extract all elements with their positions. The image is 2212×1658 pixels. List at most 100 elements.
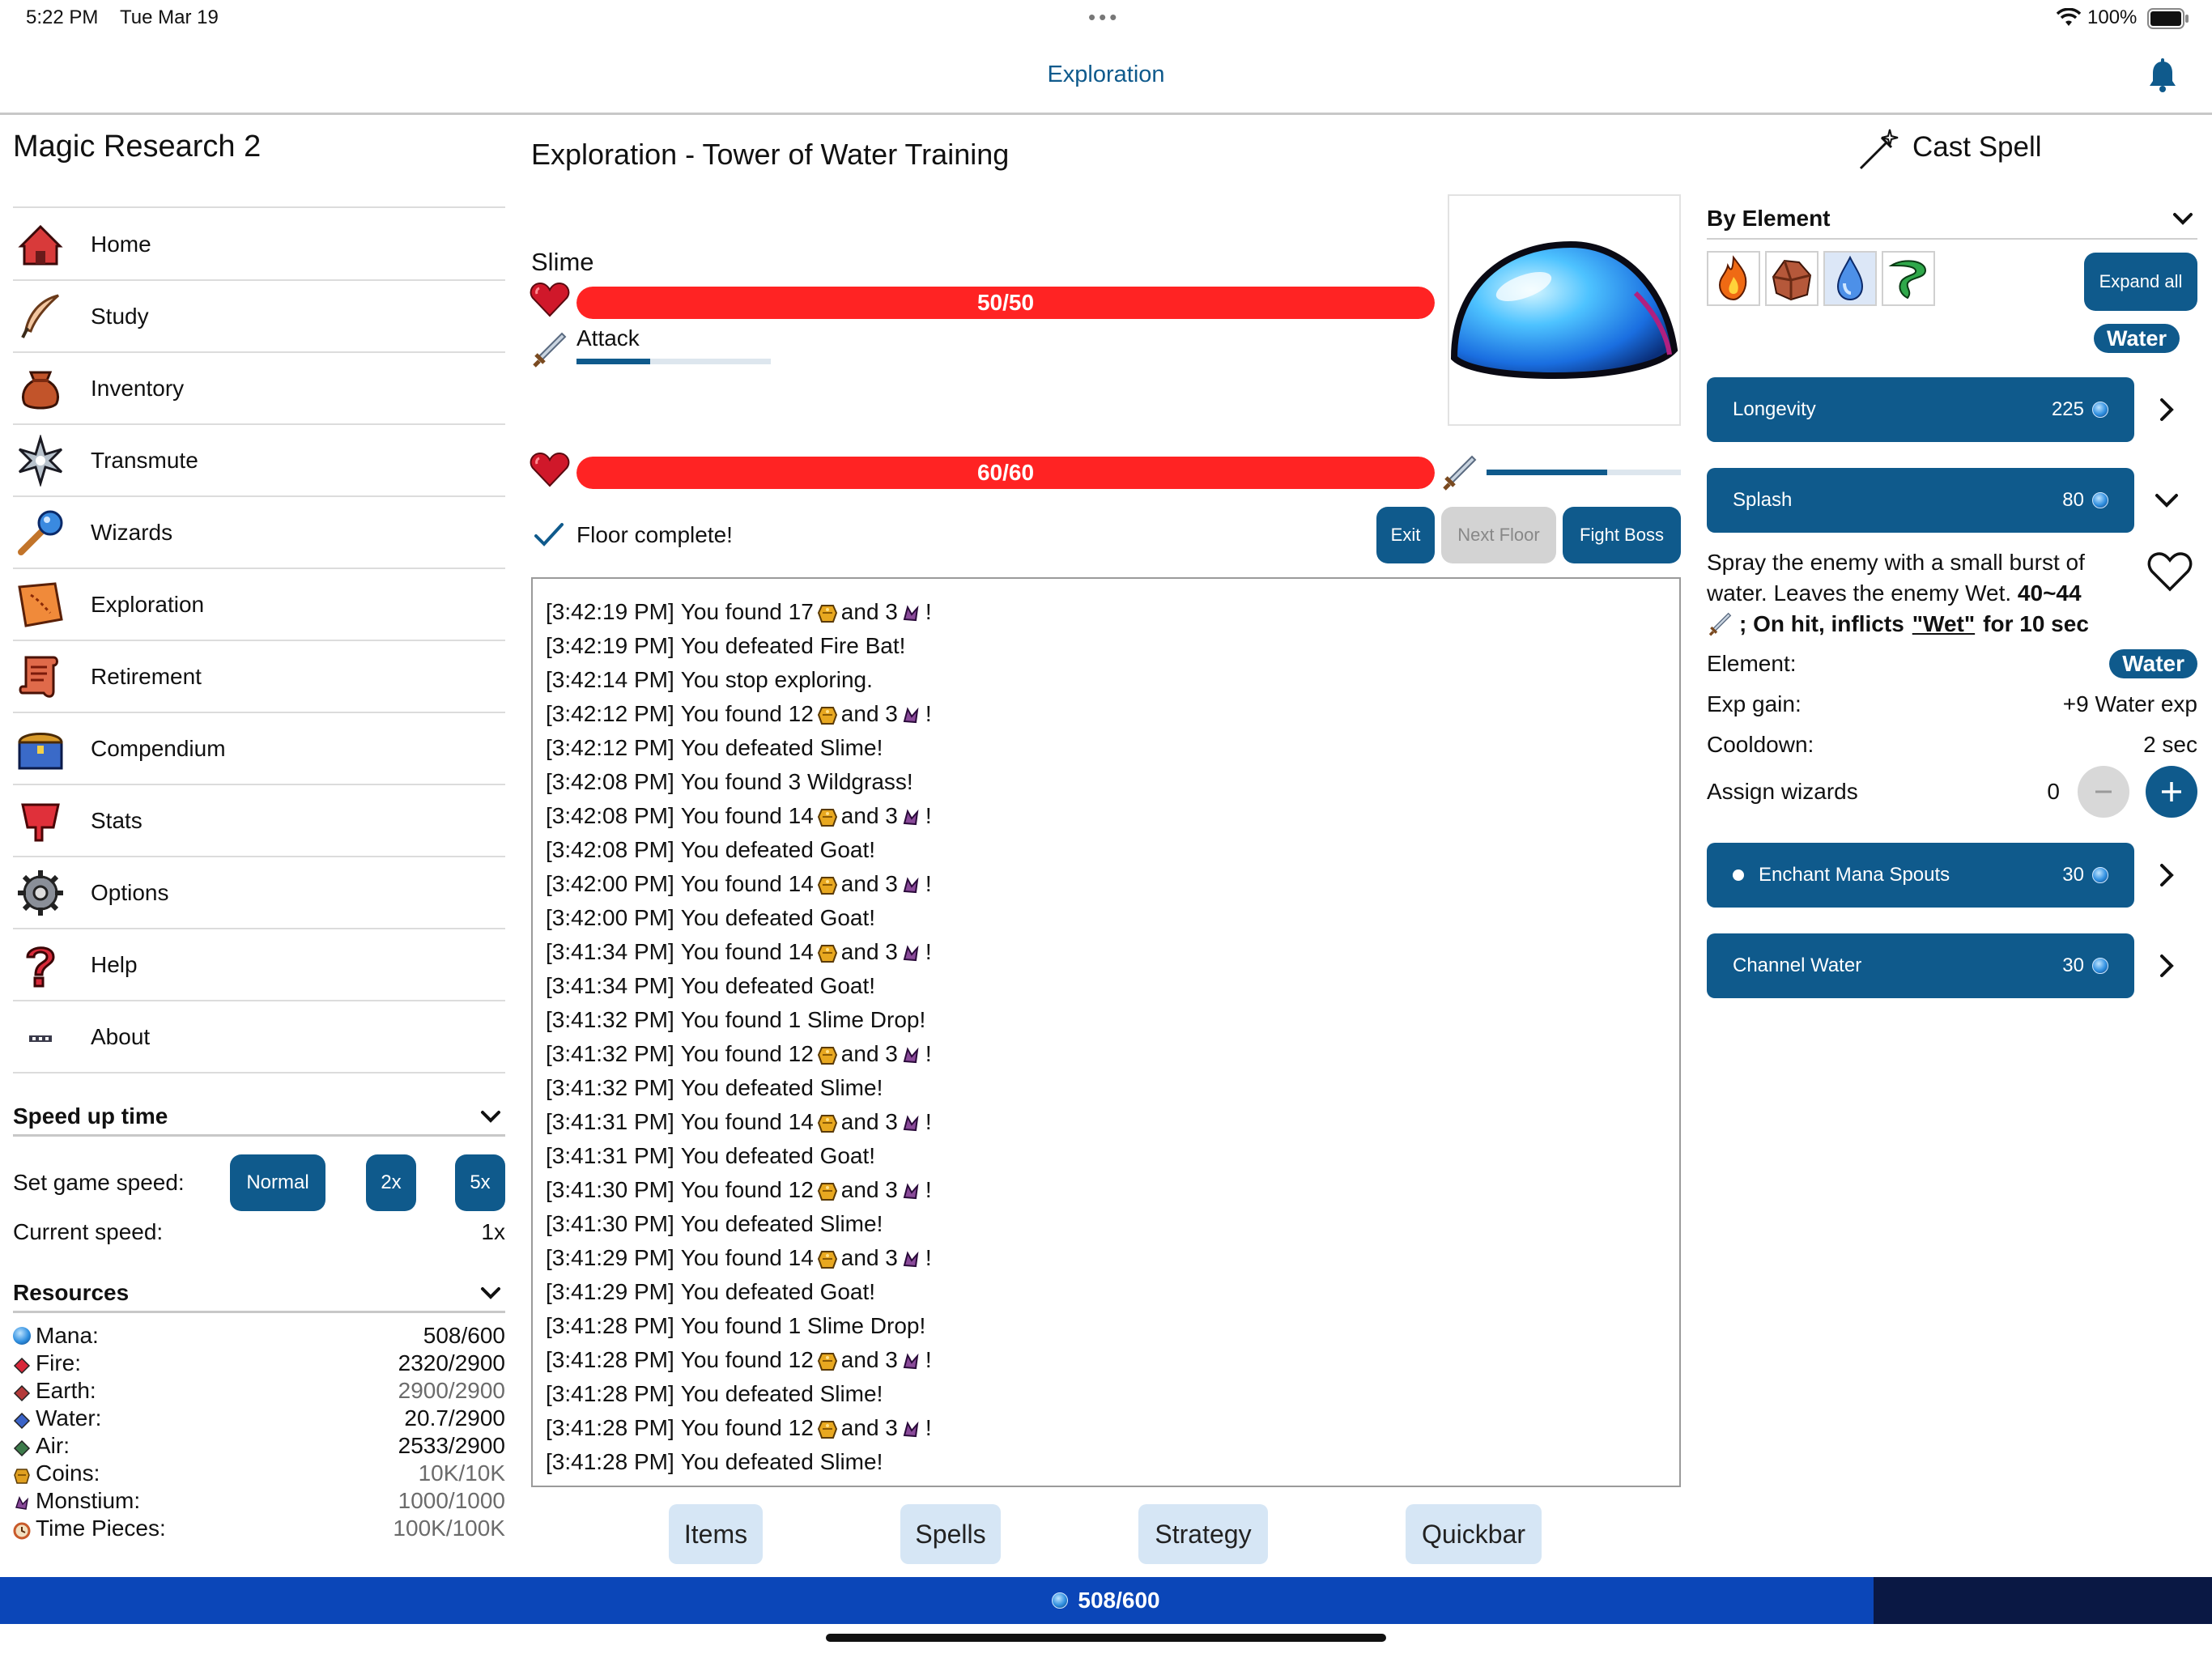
- sidebar-item-label: Home: [91, 231, 151, 257]
- enemy-attack-bar: [576, 359, 771, 364]
- sidebar-item-home[interactable]: Home: [13, 209, 505, 281]
- log-loot-end: !: [925, 1177, 932, 1202]
- element-filter-dropdown[interactable]: By Element: [1707, 199, 2197, 240]
- resource-row: Coins: 10K/10K: [13, 1460, 505, 1487]
- log-text: You defeated Goat!: [680, 973, 876, 998]
- log-loot-end: !: [925, 1109, 932, 1134]
- sidebar-item-retirement[interactable]: Retirement: [13, 641, 505, 713]
- resources-section-header[interactable]: Resources: [13, 1274, 505, 1313]
- sidebar-item-wizards[interactable]: Wizards: [13, 497, 505, 569]
- log-timestamp: [3:41:30 PM]: [546, 1177, 674, 1202]
- exploration-log[interactable]: [3:42:19 PM] You found 17 and 3! [3:42:19 P…: [531, 577, 1681, 1487]
- log-timestamp: [3:41:34 PM]: [546, 973, 674, 998]
- coin-icon: [817, 1114, 837, 1133]
- resource-value: 2900/2900: [398, 1378, 505, 1403]
- sidebar-item-about[interactable]: About: [13, 1001, 505, 1073]
- spell-card-splash[interactable]: Splash 80: [1707, 468, 2134, 533]
- monstium-icon: [898, 1037, 925, 1071]
- exploration-title: Exploration - Tower of Water Training: [531, 138, 1010, 171]
- expand-all-button[interactable]: Expand all: [2084, 253, 2197, 311]
- spell-cost-value: 30: [2062, 864, 2084, 886]
- log-text: You found 14: [680, 1245, 814, 1270]
- tab-spells[interactable]: Spells: [900, 1504, 1001, 1564]
- active-element-pill[interactable]: Water: [2094, 324, 2180, 353]
- resource-icon: [13, 1382, 31, 1402]
- sidebar-item-exploration[interactable]: Exploration: [13, 569, 505, 641]
- chevron-right-icon[interactable]: [2150, 393, 2183, 426]
- next-floor-button[interactable]: Next Floor: [1441, 507, 1556, 563]
- resource-value: 508/600: [423, 1323, 505, 1348]
- tab-quickbar[interactable]: Quickbar: [1406, 1504, 1542, 1564]
- water-element-button[interactable]: [1823, 251, 1877, 306]
- log-text: You defeated Fire Bat!: [680, 633, 906, 658]
- speed-normal-button[interactable]: Normal: [230, 1154, 325, 1211]
- multitasking-dots-icon[interactable]: •••: [1088, 5, 1120, 30]
- resource-name: Earth:: [36, 1378, 96, 1403]
- sidebar-item-inventory[interactable]: Inventory: [13, 353, 505, 425]
- player-hp-text: 60/60: [976, 460, 1035, 485]
- log-entry: [3:41:32 PM] You defeated Slime!: [546, 1071, 1666, 1105]
- wet-status-link[interactable]: "Wet": [1912, 609, 1975, 640]
- magic-wand-icon: [1859, 129, 1899, 170]
- heart-outline-icon[interactable]: [2147, 551, 2193, 593]
- home-indicator[interactable]: [826, 1634, 1386, 1642]
- exit-button[interactable]: Exit: [1376, 507, 1435, 563]
- chevron-right-icon[interactable]: [2150, 950, 2183, 982]
- sidebar-item-study[interactable]: Study: [13, 281, 505, 353]
- spell-card-longevity[interactable]: Longevity 225: [1707, 377, 2134, 442]
- exp-label: Exp gain:: [1707, 691, 1802, 716]
- sidebar-item-transmute[interactable]: Transmute: [13, 425, 505, 497]
- air-element-icon: [1888, 260, 1927, 300]
- coin-icon: [814, 1173, 841, 1207]
- log-entry: [3:42:00 PM] You defeated Goat!: [546, 901, 1666, 935]
- speed-2x-button[interactable]: 2x: [366, 1154, 416, 1211]
- log-text: You found 14: [680, 803, 814, 828]
- sidebar-item-label: About: [91, 1023, 151, 1049]
- spell-card-channel-water[interactable]: Channel Water 30: [1707, 933, 2134, 998]
- speed-5x-button[interactable]: 5x: [455, 1154, 505, 1211]
- sidebar-item-help[interactable]: Help: [13, 929, 505, 1001]
- spell-card-enchant-mana-spouts[interactable]: Enchant Mana Spouts 30: [1707, 843, 2134, 908]
- spell-name: Enchant Mana Spouts: [1759, 864, 1950, 886]
- bell-icon[interactable]: [2147, 58, 2178, 94]
- tab-strategy[interactable]: Strategy: [1138, 1504, 1268, 1564]
- assign-wizards-label: Assign wizards: [1707, 779, 1858, 804]
- coin-icon: [814, 595, 841, 629]
- log-text: You found 12: [680, 701, 814, 726]
- fight-boss-button[interactable]: Fight Boss: [1563, 507, 1681, 563]
- chevron-down-icon[interactable]: [2150, 484, 2183, 517]
- log-loot-and: and 3: [840, 599, 898, 624]
- earth-element-button[interactable]: [1765, 251, 1819, 306]
- quill-icon: [15, 291, 66, 342]
- tab-items[interactable]: Items: [669, 1504, 763, 1564]
- spark-icon: [15, 434, 66, 487]
- spell-desc-line: ; On hit, inflicts "Wet" for 10 sec: [1707, 609, 2128, 640]
- log-text: You found 12: [680, 1347, 814, 1372]
- spell-damage-range: 40~44: [2017, 580, 2082, 606]
- monstium-icon: [903, 1182, 919, 1199]
- log-entry: [3:41:31 PM] You found 14 and 3!: [546, 1105, 1666, 1139]
- chevron-right-icon[interactable]: [2150, 859, 2183, 891]
- monstium-icon: [903, 944, 919, 961]
- log-entry: [3:42:00 PM] You found 14 and 3!: [546, 867, 1666, 901]
- resource-icon: [13, 1492, 31, 1510]
- log-timestamp: [3:41:30 PM]: [546, 1211, 674, 1236]
- sidebar-item-stats[interactable]: Stats: [13, 785, 505, 857]
- speed-section-header[interactable]: Speed up time: [13, 1098, 505, 1137]
- sidebar-item-options[interactable]: Options: [13, 857, 505, 929]
- sidebar-item-compendium[interactable]: Compendium: [13, 713, 505, 785]
- current-speed-value: 1x: [481, 1219, 505, 1244]
- increment-wizards-button[interactable]: [2146, 766, 2197, 818]
- enemy-hp-bar: 50/50: [576, 287, 1435, 319]
- resource-value: 1000/1000: [398, 1488, 505, 1513]
- chevron-down-icon: [2173, 213, 2193, 225]
- fire-element-button[interactable]: [1707, 251, 1760, 306]
- speed-section-title: Speed up time: [13, 1103, 168, 1129]
- air-element-button[interactable]: [1882, 251, 1935, 306]
- decrement-wizards-button[interactable]: [2078, 766, 2129, 818]
- log-loot-and: and 3: [840, 701, 898, 726]
- spell-cost: 225: [2052, 398, 2108, 421]
- monstium-icon: [898, 1411, 925, 1445]
- resource-name: Coins:: [36, 1460, 100, 1486]
- monstium-icon: [898, 799, 925, 833]
